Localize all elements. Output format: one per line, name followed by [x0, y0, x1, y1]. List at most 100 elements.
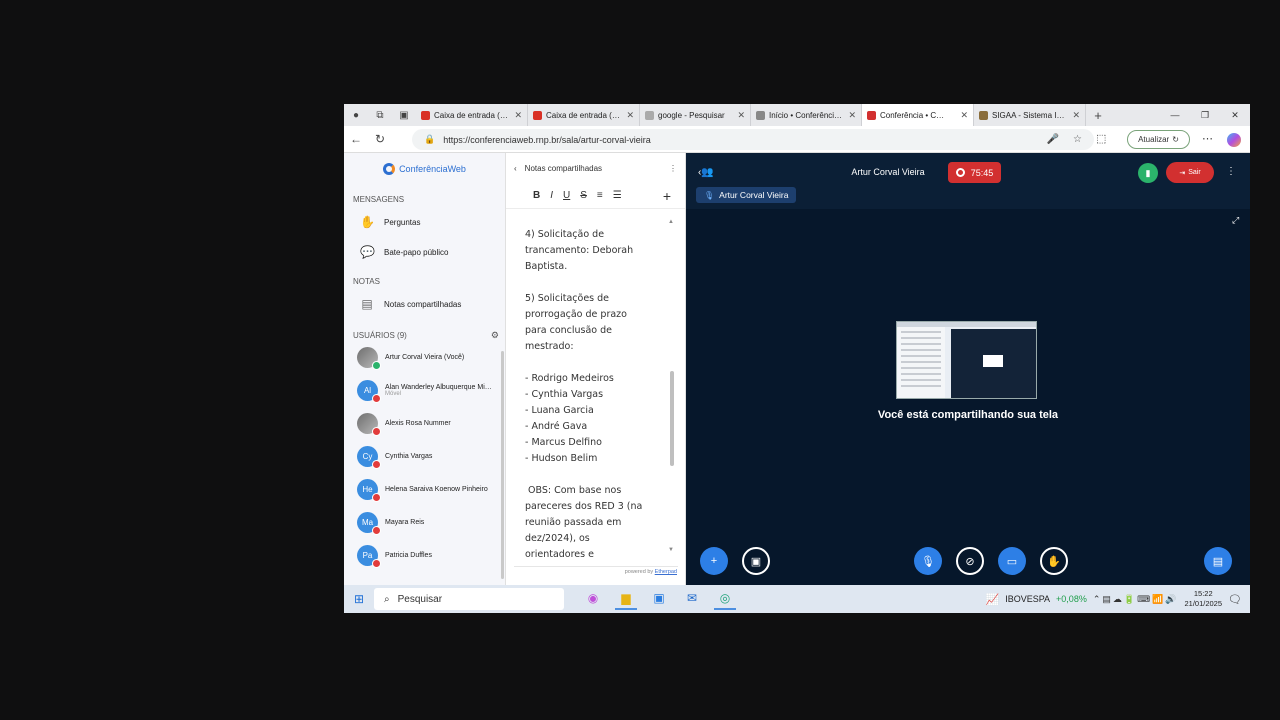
- notes-header: ‹ Notas compartilhadas ⋮: [506, 153, 685, 183]
- user-list-item[interactable]: Pa Patricia Duffles: [344, 539, 505, 572]
- chat-bubble-button[interactable]: ▤: [1204, 547, 1232, 575]
- stock-change: +0,08%: [1056, 594, 1087, 604]
- clock[interactable]: 15:22 21/01/2025: [1184, 589, 1222, 609]
- reload-icon[interactable]: ↻: [368, 132, 392, 146]
- share-screen-button[interactable]: ▭: [998, 547, 1026, 575]
- recording-indicator[interactable]: 75:45: [948, 162, 1001, 183]
- file-explorer-icon[interactable]: ▆: [615, 588, 637, 610]
- underline-button[interactable]: U: [563, 190, 570, 201]
- sidebar-item-questions[interactable]: ✋ Perguntas: [344, 207, 505, 237]
- notes-heading: NOTAS: [353, 277, 380, 286]
- user-list-item[interactable]: Ma Mayara Reis: [344, 506, 505, 539]
- close-tab-icon[interactable]: ✕: [737, 110, 745, 121]
- user-name: Cynthia Vargas: [385, 453, 433, 460]
- notes-menu-icon[interactable]: ⋮: [669, 164, 677, 173]
- user-name: Helena Saraiva Koenow Pinheiro: [385, 486, 488, 493]
- favorite-star-icon[interactable]: ☆: [1073, 134, 1082, 145]
- sharing-status: Você está compartilhando sua tela: [877, 409, 1059, 421]
- user-list-item[interactable]: He Helena Saraiva Koenow Pinheiro: [344, 473, 505, 506]
- close-tab-icon[interactable]: ✕: [1072, 110, 1080, 121]
- scroll-up-icon[interactable]: ▲: [668, 219, 674, 225]
- edge-browser-icon[interactable]: ◎: [714, 588, 736, 610]
- tab-favicon-icon: [867, 110, 876, 120]
- copilot-icon[interactable]: [1227, 133, 1241, 147]
- sidebar-item-shared-notes[interactable]: ▤ Notas compartilhadas: [344, 289, 505, 319]
- connection-status-icon[interactable]: ▮: [1138, 163, 1158, 183]
- url-field[interactable]: 🔒 https://conferenciaweb.rnp.br/sala/art…: [412, 129, 1094, 150]
- user-list-item[interactable]: Cy Cynthia Vargas: [344, 440, 505, 473]
- windows-start-icon[interactable]: ⊞: [344, 592, 374, 606]
- minimize-icon[interactable]: —: [1160, 110, 1190, 121]
- fullscreen-icon[interactable]: ⤢: [1232, 215, 1239, 226]
- sidebar-scrollbar[interactable]: [501, 351, 504, 579]
- workspaces-icon[interactable]: ⧉: [368, 104, 392, 126]
- taskbar-search[interactable]: ⌕ Pesquisar: [374, 588, 564, 610]
- microphone-button[interactable]: 🎙: [914, 547, 942, 575]
- copilot-app-icon[interactable]: ◉: [582, 588, 604, 610]
- presentation-toggle-button[interactable]: ▣: [742, 547, 770, 575]
- user-list-item[interactable]: Alexis Rosa Nummer: [344, 407, 505, 440]
- stock-name[interactable]: IBOVESPA: [1005, 594, 1050, 604]
- powered-by: powered by Etherpad: [624, 569, 677, 575]
- close-tab-icon[interactable]: ✕: [960, 110, 968, 121]
- browser-tab[interactable]: Início • Conferênci… ✕: [751, 104, 862, 126]
- back-icon[interactable]: ←: [344, 132, 368, 146]
- tab-actions-icon[interactable]: ▣: [392, 104, 416, 126]
- notes-scrollbar[interactable]: [670, 371, 674, 466]
- new-tab-icon[interactable]: +: [1086, 104, 1110, 126]
- browser-tab[interactable]: Caixa de entrada (2… ✕: [416, 104, 528, 126]
- actions-plus-button[interactable]: +: [700, 547, 728, 575]
- browser-tab[interactable]: Conferência • C… ✕: [862, 104, 974, 126]
- mic-icon[interactable]: 🎤: [1047, 134, 1059, 145]
- close-window-icon[interactable]: ✕: [1220, 110, 1250, 121]
- etherpad-link[interactable]: Etherpad: [655, 569, 677, 575]
- italic-button[interactable]: I: [550, 190, 553, 201]
- user-list-item[interactable]: Al Alan Wanderley Albuquerque Mi… Móvel: [344, 374, 505, 407]
- shared-notes-panel: ‹ Notas compartilhadas ⋮ B I U S ≡ ☰ + ▲…: [506, 153, 686, 585]
- notifications-icon[interactable]: 🗨: [1228, 593, 1242, 606]
- tab-favicon-icon: [756, 110, 765, 120]
- settings-gear-icon[interactable]: ⚙: [491, 330, 499, 341]
- update-button[interactable]: Atualizar ↻: [1127, 130, 1190, 149]
- tab-favicon-icon: [533, 110, 542, 120]
- insert-plus-icon[interactable]: +: [663, 188, 671, 204]
- close-tab-icon[interactable]: ✕: [626, 110, 634, 121]
- strikethrough-button[interactable]: S: [580, 190, 587, 201]
- mic-status-icon: [372, 394, 381, 403]
- mail-app-icon[interactable]: ✉: [681, 588, 703, 610]
- profile-icon[interactable]: ●: [344, 104, 368, 126]
- options-menu-icon[interactable]: ⋮: [1226, 166, 1236, 177]
- avatar: Cy: [357, 446, 381, 469]
- close-tab-icon[interactable]: ✕: [848, 110, 856, 121]
- ordered-list-icon[interactable]: ≡: [597, 190, 603, 201]
- extensions-icon[interactable]: ⬚: [1096, 132, 1106, 145]
- screen: ● ⧉ ▣ Caixa de entrada (2… ✕ Caixa de entr…: [344, 104, 1250, 613]
- more-menu-icon[interactable]: ⋯: [1202, 132, 1213, 145]
- close-tab-icon[interactable]: ✕: [514, 110, 522, 121]
- notes-footer-divider: [514, 566, 678, 567]
- raise-hand-button[interactable]: ✋: [1040, 547, 1068, 575]
- user-name: Mayara Reis: [385, 519, 425, 526]
- browser-tab[interactable]: Caixa de entrada (1… ✕: [528, 104, 640, 126]
- presenter-badge: 🎙 Artur Corval Vieira: [696, 187, 797, 203]
- store-app-icon[interactable]: ▣: [648, 588, 670, 610]
- user-name: Patricia Duffles: [385, 552, 432, 559]
- browser-tab[interactable]: google - Pesquisar ✕: [640, 104, 751, 126]
- bullet-list-icon[interactable]: ☰: [613, 190, 622, 201]
- bold-button[interactable]: B: [533, 190, 540, 201]
- system-tray-icons[interactable]: ⌃▤☁🔋⌨📶🔊: [1093, 594, 1179, 605]
- notes-toolbar: B I U S ≡ ☰ +: [506, 183, 685, 209]
- camera-off-button[interactable]: ⊘: [956, 547, 984, 575]
- user-list-item[interactable]: Artur Corval Vieira (Você): [344, 341, 505, 374]
- notes-editor[interactable]: 4) Solicitação de trancamento: Deborah B…: [525, 227, 665, 557]
- browser-tab[interactable]: SIGAA - Sistema Int… ✕: [974, 104, 1086, 126]
- leave-button[interactable]: ⇥ Sair: [1166, 162, 1214, 183]
- scroll-down-icon[interactable]: ▼: [668, 547, 674, 553]
- avatar: [357, 347, 381, 370]
- conference-controls: + ▣ 🎙 ⊘ ▭ ✋ ▤: [686, 539, 1250, 585]
- avatar: Al: [357, 380, 381, 403]
- maximize-icon[interactable]: ❐: [1190, 110, 1220, 121]
- sidebar-item-public-chat[interactable]: 💬 Bate-papo público: [344, 237, 505, 267]
- users-heading-row: USUÁRIOS (9) ⚙: [353, 329, 499, 341]
- back-chevron-icon[interactable]: ‹: [514, 164, 517, 173]
